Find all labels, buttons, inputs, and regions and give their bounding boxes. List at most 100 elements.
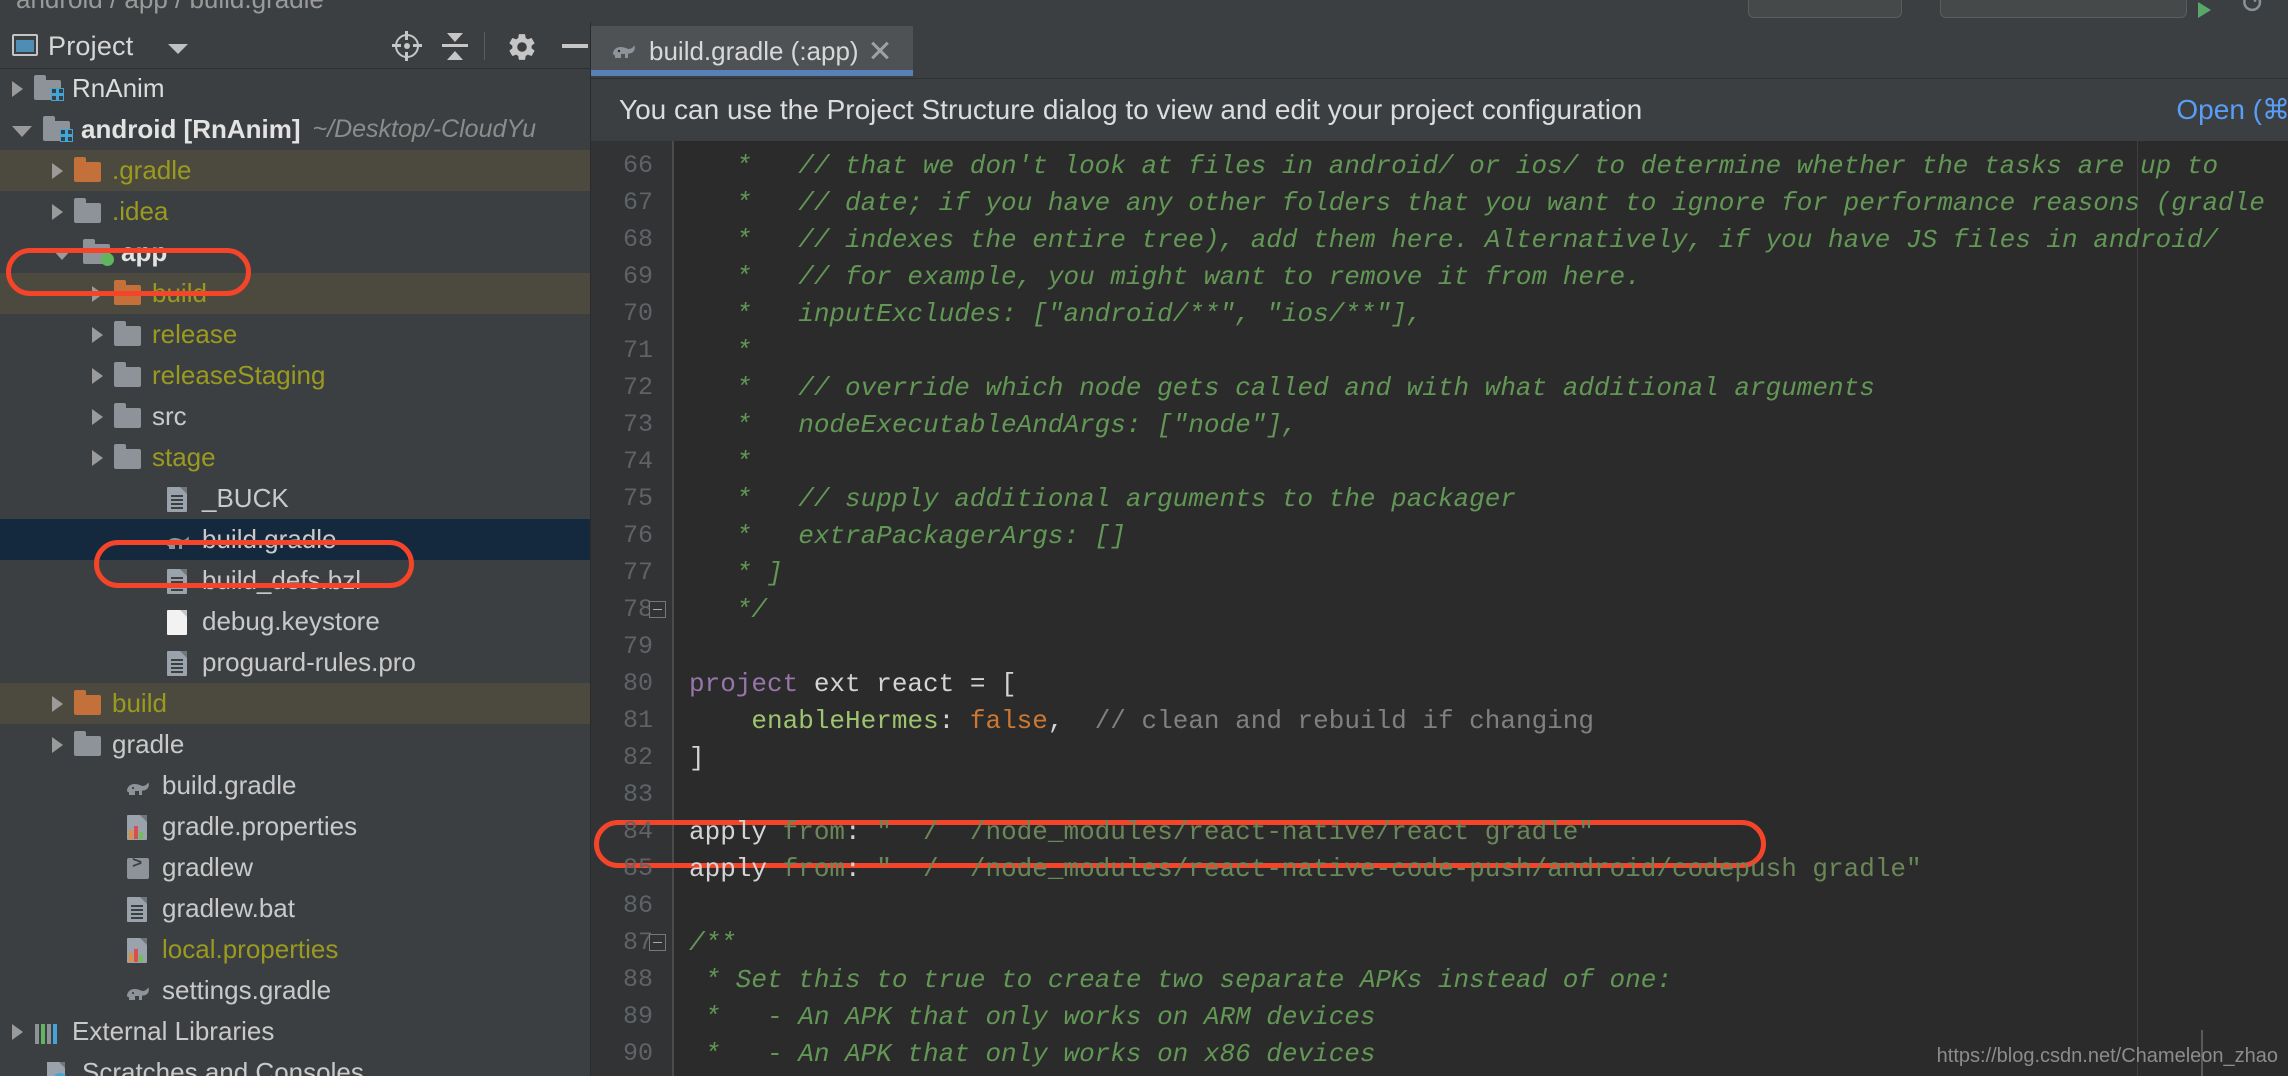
tree-row-gradlew-bat[interactable]: gradlew.bat [0, 888, 590, 929]
tree-row-releasestaging[interactable]: releaseStaging [0, 355, 590, 396]
code-line[interactable]: 78 */ [591, 591, 2288, 628]
chevron-right-icon[interactable] [52, 736, 63, 753]
locate-icon[interactable] [392, 31, 422, 61]
code-line[interactable]: 73 * nodeExecutableAndArgs: ["node"], [591, 406, 2288, 443]
code-line[interactable]: 79 [591, 628, 2288, 665]
code-line[interactable]: 75 * // supply additional arguments to t… [591, 480, 2288, 517]
close-icon[interactable] [869, 39, 891, 61]
code-text: * // for example, you might want to remo… [689, 261, 1641, 292]
open-project-structure-link[interactable]: Open (⌘ [2176, 93, 2288, 126]
project-tree[interactable]: RnAnim android [RnAnim] ~/Desktop/-CloudYu… [0, 68, 590, 1076]
chevron-right-icon[interactable] [92, 285, 103, 302]
tree-item-label: releaseStaging [152, 360, 326, 390]
code-line[interactable]: 80 project ext react = [ [591, 665, 2288, 702]
line-number: 87 [622, 928, 653, 957]
chevron-down-icon[interactable] [52, 248, 72, 260]
code-line[interactable]: 91 * The advantage is the size of the AP… [591, 1072, 2288, 1076]
file-gradle-icon [123, 773, 153, 799]
line-number: 84 [622, 817, 653, 846]
tree-row-gradlew[interactable]: gradlew [0, 847, 590, 888]
code-line[interactable]: 81 enableHermes: false, // clean and reb… [591, 702, 2288, 739]
code-text: */ [689, 594, 768, 625]
collapse-all-icon[interactable] [440, 32, 470, 60]
tree-row-build[interactable]: build [0, 273, 590, 314]
no-toggle-spacer [12, 1072, 33, 1073]
code-line[interactable]: 86 [591, 887, 2288, 924]
code-line[interactable]: 69 * // for example, you might want to r… [591, 258, 2288, 295]
code-line[interactable]: 87 /** [591, 924, 2288, 961]
minimize-icon[interactable] [562, 44, 588, 48]
code-editor[interactable]: 66 * // that we don't look at files in a… [591, 141, 2288, 1076]
no-toggle-spacer [132, 539, 153, 540]
tree-row-gradle[interactable]: .gradle [0, 150, 590, 191]
file-props-icon [123, 814, 153, 840]
chevron-down-icon[interactable] [168, 44, 188, 54]
line-number: 77 [622, 558, 653, 587]
tree-row-rnanim[interactable]: RnAnim [0, 68, 590, 109]
code-line[interactable]: 82] [591, 739, 2288, 776]
fold-toggle-icon[interactable] [649, 601, 666, 618]
code-line[interactable]: 84 apply from: " / /node_modules/react-na… [591, 813, 2288, 850]
tree-row-proguard-rules-pro[interactable]: proguard-rules.pro [0, 642, 590, 683]
chevron-right-icon[interactable] [12, 1023, 23, 1040]
tree-row-build-gradle[interactable]: build.gradle [0, 765, 590, 806]
tab-build-gradle-app[interactable]: build.gradle (:app) [591, 26, 913, 76]
code-line[interactable]: 66 * // that we don't look at files in a… [591, 147, 2288, 184]
code-text: * [689, 335, 752, 366]
code-line[interactable]: 85 apply from: " / /node_modules/react-na… [591, 850, 2288, 887]
tree-row-build-defs-bzl[interactable]: build_defs.bzl [0, 560, 590, 601]
tree-row-stage[interactable]: stage [0, 437, 590, 478]
tree-row-gradle-properties[interactable]: gradle.properties [0, 806, 590, 847]
code-text: * // indexes the entire tree), add them … [689, 224, 2219, 255]
gear-icon[interactable] [506, 31, 538, 63]
tree-row-app[interactable]: app [0, 232, 590, 273]
tree-row-gradle[interactable]: gradle [0, 724, 590, 765]
code-line[interactable]: 68 * // indexes the entire tree), add th… [591, 221, 2288, 258]
folder-grey-icon [113, 361, 143, 389]
chevron-right-icon[interactable] [92, 408, 103, 425]
tree-row-settings-gradle[interactable]: settings.gradle [0, 970, 590, 1011]
chevron-right-icon[interactable] [92, 367, 103, 384]
run-config-selector[interactable] [1748, 0, 1902, 18]
code-line[interactable]: 89 * - An APK that only works on ARM dev… [591, 998, 2288, 1035]
tree-row-src[interactable]: src [0, 396, 590, 437]
file-doc-icon [163, 486, 193, 512]
chevron-right-icon[interactable] [92, 449, 103, 466]
chevron-right-icon[interactable] [92, 326, 103, 343]
code-line[interactable]: 77 * ] [591, 554, 2288, 591]
chevron-right-icon[interactable] [52, 695, 63, 712]
code-line[interactable]: 70 * inputExcludes: ["android/**", "ios/… [591, 295, 2288, 332]
code-line[interactable]: 88 * Set this to true to create two sepa… [591, 961, 2288, 998]
code-line[interactable]: 74 * [591, 443, 2288, 480]
device-selector[interactable] [1940, 0, 2187, 18]
tree-row-debug-keystore[interactable]: debug.keystore [0, 601, 590, 642]
chevron-right-icon[interactable] [52, 162, 63, 179]
code-line[interactable]: 72 * // override which node gets called … [591, 369, 2288, 406]
tree-row-scratches-and-consoles[interactable]: Scratches and Consoles [0, 1052, 590, 1076]
chevron-right-icon[interactable] [12, 80, 23, 97]
folder-grey-icon [113, 320, 143, 348]
fold-toggle-icon[interactable] [649, 934, 666, 951]
no-toggle-spacer [132, 580, 153, 581]
libraries-icon [33, 1019, 63, 1045]
code-line[interactable]: 76 * extraPackagerArgs: [] [591, 517, 2288, 554]
chevron-down-icon[interactable] [12, 125, 32, 137]
tree-row-build-gradle[interactable]: build.gradle [0, 519, 590, 560]
tree-item-label: debug.keystore [202, 606, 380, 636]
tree-row-android-rnanim[interactable]: android [RnAnim] ~/Desktop/-CloudYu [0, 109, 590, 150]
code-line[interactable]: 83 [591, 776, 2288, 813]
line-number: 78 [622, 595, 653, 624]
code-line[interactable]: 67 * // date; if you have any other fold… [591, 184, 2288, 221]
tree-row-idea[interactable]: .idea [0, 191, 590, 232]
tree-row-buck[interactable]: _BUCK [0, 478, 590, 519]
tree-row-release[interactable]: release [0, 314, 590, 355]
debug-icon[interactable]: ↺ [2240, 0, 2265, 21]
tree-item-label: _BUCK [202, 483, 289, 513]
chevron-right-icon[interactable] [52, 203, 63, 220]
tree-row-build[interactable]: build [0, 683, 590, 724]
code-line[interactable]: 71 * [591, 332, 2288, 369]
tree-row-external-libraries[interactable]: External Libraries [0, 1011, 590, 1052]
tree-row-local-properties[interactable]: local.properties [0, 929, 590, 970]
run-button-icon[interactable] [2198, 2, 2211, 18]
